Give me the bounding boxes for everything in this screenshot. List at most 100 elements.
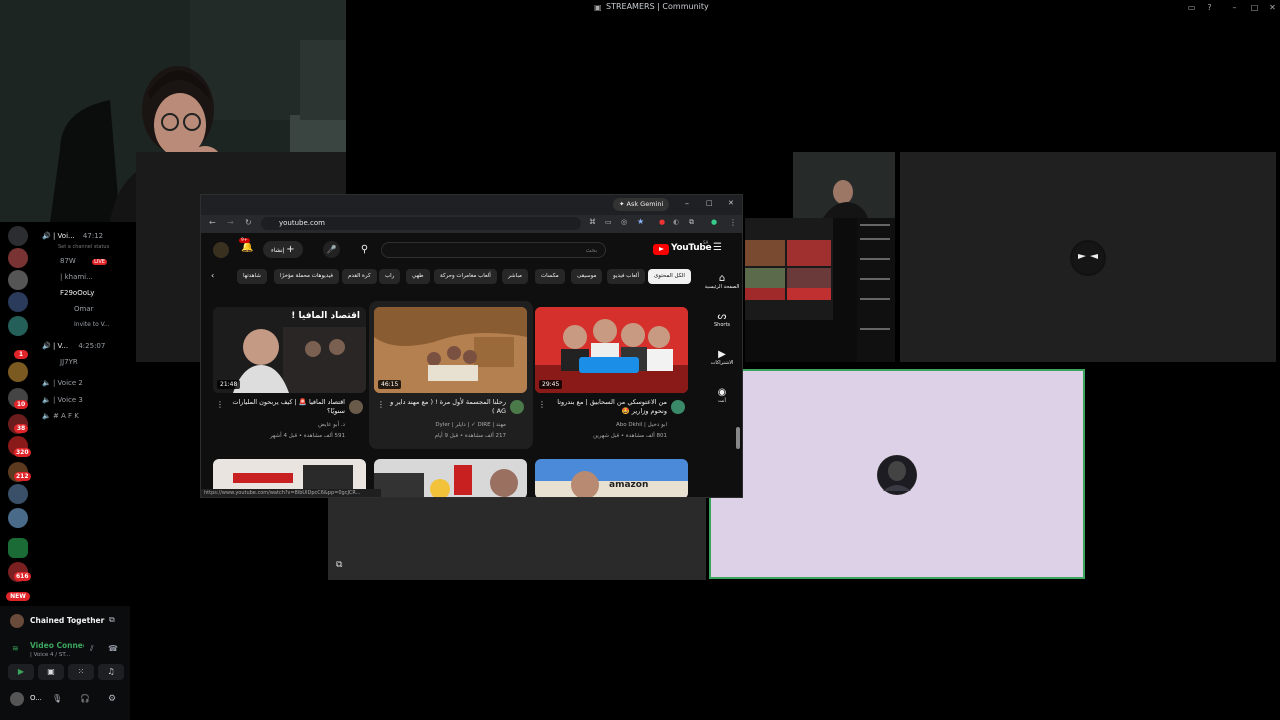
cast-icon[interactable]: ▭ <box>605 218 612 226</box>
server-icon[interactable] <box>8 362 28 382</box>
video-channel[interactable]: ابو دخيل | Abo Dkhil <box>549 421 667 430</box>
video-channel[interactable]: مهند | DIRE ✓ | دايلر | Dyler <box>388 421 506 430</box>
nav-subscriptions[interactable]: ▶ الاشتراكات <box>703 349 741 366</box>
video-title[interactable]: رحلنا المجسمة لأول مرة ! ( مع مهند داير … <box>388 398 506 416</box>
extension-icon[interactable]: ● <box>659 218 665 226</box>
microphone-icon[interactable]: 🎙 <box>52 694 62 703</box>
camera-button[interactable]: ▶ <box>8 664 34 680</box>
channel-avatar[interactable] <box>510 400 524 414</box>
voice-user[interactable]: JJ7YR <box>60 358 78 366</box>
close-button[interactable]: ✕ <box>728 199 734 207</box>
noise-suppression-icon[interactable]: ⫽ <box>90 644 94 654</box>
bookmark-star-icon[interactable]: ★ <box>637 217 644 226</box>
chip[interactable]: موسيقى <box>571 269 603 284</box>
voice-channel[interactable]: 🔈 # A F K <box>42 412 79 420</box>
scrollbar-thumb[interactable] <box>736 427 740 449</box>
chip[interactable]: ألعاب فيديو <box>607 269 646 284</box>
chip[interactable]: كرة القدم <box>342 269 377 284</box>
server-icon[interactable] <box>8 248 28 268</box>
chip[interactable]: فيديوهات محملة مؤخرًا <box>274 269 339 284</box>
more-actions-icon[interactable]: ⋮ <box>377 400 385 409</box>
video-thumbnail[interactable]: اقتصاد المافيا ! 21:48 <box>213 307 366 393</box>
video-thumbnail[interactable]: 29:45 <box>535 307 688 393</box>
hamburger-menu-icon[interactable]: ☰ <box>713 242 722 253</box>
translate-icon[interactable]: ⌘ <box>589 218 596 226</box>
minimize-button[interactable]: – <box>1230 3 1239 12</box>
folder-icon[interactable] <box>8 538 28 558</box>
maximize-button[interactable]: □ <box>706 199 713 207</box>
close-button[interactable]: ✕ <box>1268 3 1277 12</box>
voice-user[interactable]: F29oOoLy <box>60 289 94 297</box>
voice-user[interactable]: | khami... <box>60 273 93 281</box>
channel-status-hint[interactable]: Set a channel status <box>58 244 109 250</box>
chevron-left-icon[interactable]: ‹ <box>211 271 214 280</box>
stream-tile[interactable] <box>900 152 1276 362</box>
nav-shorts[interactable]: ᔕ Shorts <box>703 311 741 328</box>
channel-avatar[interactable] <box>349 400 363 414</box>
chip[interactable]: ألعاب مغامرات وحركة <box>434 269 497 284</box>
soundboard-button[interactable]: ♫ <box>98 664 124 680</box>
chip[interactable]: شاهدتها <box>237 269 267 284</box>
voice-channel[interactable]: 🔈 | Voice 2 <box>42 379 83 387</box>
server-icon[interactable] <box>8 292 28 312</box>
help-icon[interactable]: ? <box>1205 3 1214 12</box>
url-field[interactable]: youtube.com <box>261 217 581 230</box>
inbox-icon[interactable]: ▭ <box>1187 3 1196 12</box>
menu-dots-icon[interactable]: ⋮ <box>729 218 737 227</box>
video-thumbnail[interactable] <box>374 459 527 497</box>
server-icon[interactable] <box>8 508 28 528</box>
activities-button[interactable]: ⁙ <box>68 664 94 680</box>
notifications-bell-icon[interactable]: 🔔 <box>241 242 253 253</box>
extension-icon[interactable]: ◐ <box>673 218 679 226</box>
chip-all-selected[interactable]: الكل المحتوى <box>648 269 691 284</box>
voice-user[interactable]: Omar <box>74 305 94 313</box>
minimize-button[interactable]: – <box>685 199 689 208</box>
username[interactable]: O... <box>30 694 42 702</box>
more-actions-icon[interactable]: ⋮ <box>216 400 224 409</box>
activity-game[interactable]: Chained Together <box>30 616 104 625</box>
video-thumbnail[interactable]: amazon <box>535 459 688 497</box>
share-icon[interactable]: ◎ <box>621 218 627 226</box>
back-icon[interactable]: ← <box>209 218 216 227</box>
chip[interactable]: طهي <box>406 269 430 284</box>
stream-tile-speaking[interactable] <box>709 369 1085 579</box>
voice-channel-active[interactable]: 🔊 | Voi... 47:12 <box>42 232 103 240</box>
youtube-logo-icon[interactable] <box>653 244 669 255</box>
video-thumbnail[interactable]: 46:15 <box>374 307 527 393</box>
screen-share-button[interactable]: ▣ <box>38 664 64 680</box>
voice-user[interactable]: 87W LIVE <box>60 257 107 265</box>
maximize-button[interactable]: □ <box>1250 3 1259 12</box>
server-icon[interactable] <box>8 270 28 290</box>
create-button[interactable]: إنشاء + <box>263 241 303 258</box>
popout-icon[interactable]: ⧉ <box>336 560 348 572</box>
voice-channel[interactable]: 🔈 | Voice 3 <box>42 396 83 404</box>
forward-icon[interactable]: → <box>227 218 234 227</box>
chip[interactable]: مكسات <box>535 269 565 284</box>
reload-icon[interactable]: ↻ <box>245 218 252 227</box>
voice-location[interactable]: | Voice 4 / ST... <box>30 652 70 658</box>
chip[interactable]: مباشر <box>502 269 528 284</box>
settings-gear-icon[interactable]: ⚙ <box>108 694 116 704</box>
video-channel[interactable]: د. أبو عايض <box>227 421 345 430</box>
search-icon[interactable]: ⚲ <box>356 241 373 258</box>
headphones-icon[interactable]: 🎧 <box>80 694 90 703</box>
video-title[interactable]: من الاعتوسكي من السحابيق | مع بندروتا ون… <box>549 398 667 416</box>
voice-channel[interactable]: 🔊 | V... 4:25:07 <box>42 342 105 350</box>
chip[interactable]: راب <box>379 269 401 284</box>
account-avatar[interactable] <box>213 242 229 258</box>
server-icon[interactable] <box>8 316 28 336</box>
channel-avatar[interactable] <box>671 400 685 414</box>
avatar[interactable] <box>10 692 24 706</box>
stream-tile[interactable]: ⧉ <box>328 498 706 580</box>
disconnect-icon[interactable]: ☎ <box>108 644 118 653</box>
search-input[interactable]: بحث <box>381 242 606 258</box>
server-icon[interactable] <box>8 484 28 504</box>
voice-search-mic-icon[interactable]: 🎤 <box>323 241 340 258</box>
extensions-puzzle-icon[interactable]: ⧉ <box>689 218 694 227</box>
nav-home[interactable]: ⌂ الصفحة الرئيسية <box>703 273 741 290</box>
server-icon[interactable] <box>8 226 28 246</box>
more-actions-icon[interactable]: ⋮ <box>538 400 546 409</box>
nav-you[interactable]: ◉ أنت <box>703 387 741 404</box>
ask-gemini-button[interactable]: ✦ Ask Gemini <box>613 198 670 211</box>
invite-link[interactable]: Invite to V... <box>74 321 110 328</box>
